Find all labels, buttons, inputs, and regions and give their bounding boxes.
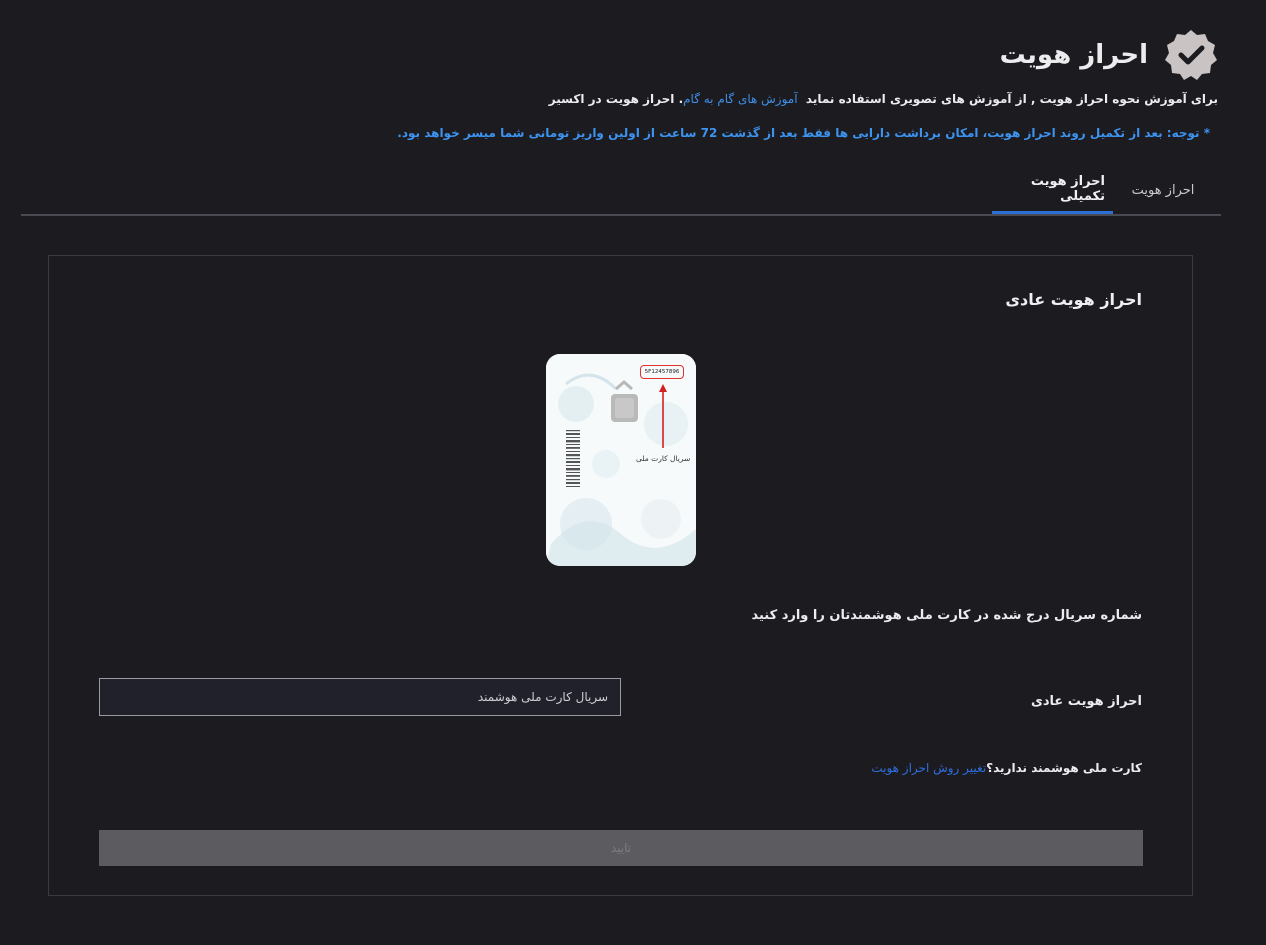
confirm-button[interactable]: تایید [99,830,1143,866]
verified-check-badge-icon [1165,30,1217,80]
tutorial-suffix: احراز هویت در اکسیر [548,92,675,106]
tutorial-text: برای آموزش نحوه احراز هویت , از آموزش ها… [805,92,1218,106]
verification-card: احراز هویت عادی 5F12457896 سریال کارت مل… [48,255,1193,896]
national-id-card-image: 5F12457896 سریال کارت ملی [546,354,696,566]
header-title-row: احراز هویت [1000,28,1218,82]
notice-text: * توجه: بعد از تکمیل روند احراز هویت، ام… [397,126,1210,140]
tutorial-line: برای آموزش نحوه احراز هویت , از آموزش ها… [549,92,1218,106]
serial-sample: 5F12457896 [640,365,684,379]
serial-caption: سریال کارت ملی [636,454,691,463]
page-title: احراز هویت [999,40,1148,70]
verification-tabs: احراز هویت احراز هویت تکمیلی [21,166,1221,216]
page: احراز هویت برای آموزش نحوه احراز هویت , … [0,0,1266,945]
no-card-text: کارت ملی هوشمند ندارید؟ [986,761,1142,775]
card-title: احراز هویت عادی [1005,290,1142,309]
no-smart-card-line: کارت ملی هوشمند ندارید؟تغییر روش احراز ه… [871,761,1142,775]
tab-advanced-verification[interactable]: احراز هویت تکمیلی [992,166,1113,214]
tutorial-link[interactable]: آموزش های گام به گام [683,92,797,106]
tab-basic-verification[interactable]: احراز هویت [1113,166,1213,214]
change-method-link[interactable]: تغییر روش احراز هویت [871,761,986,775]
serial-field-label: احراز هویت عادی [1030,694,1142,709]
serial-number-input[interactable] [99,678,621,716]
instruction-text: شماره سریال درج شده در کارت ملی هوشمندتا… [751,608,1142,623]
